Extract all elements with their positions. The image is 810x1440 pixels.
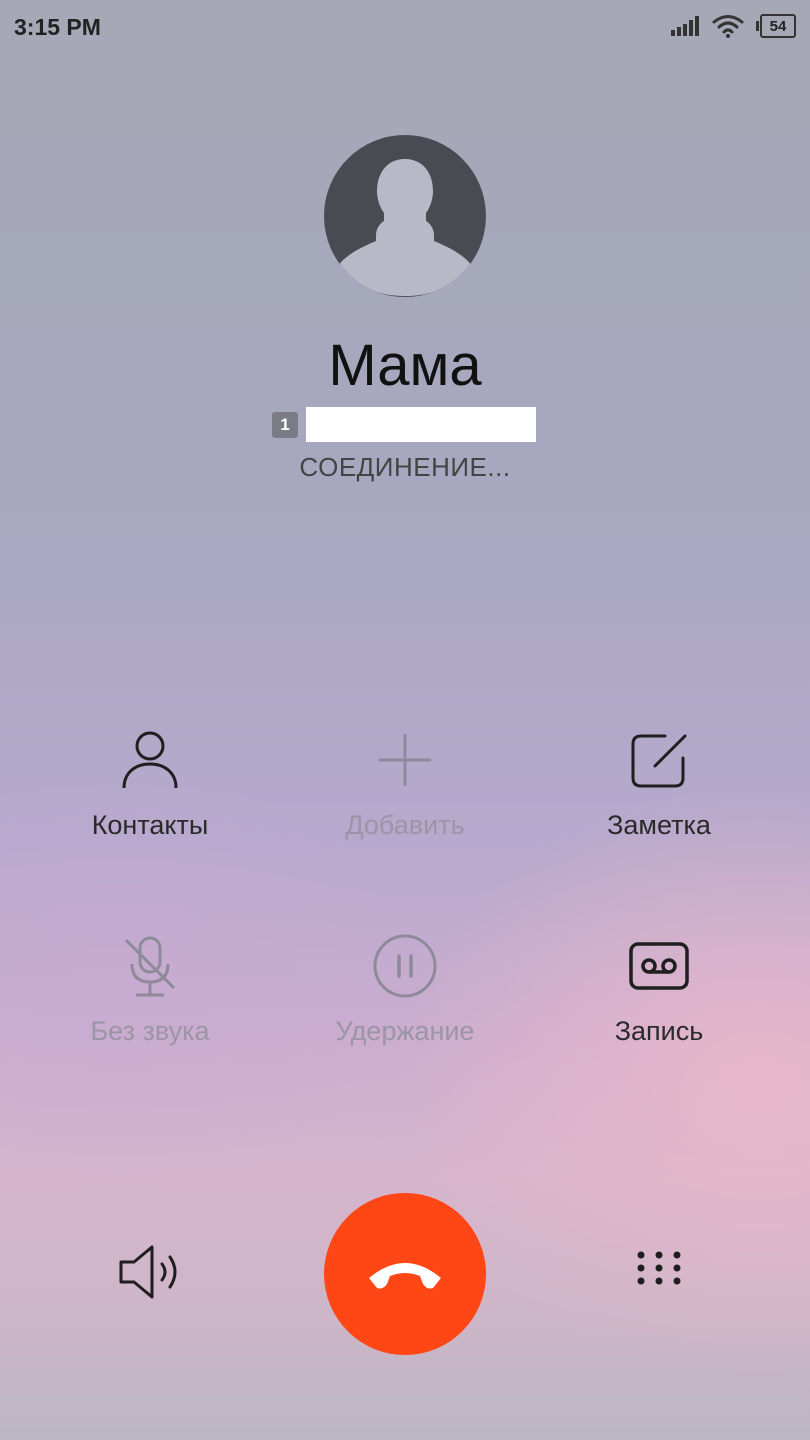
hold-button[interactable]: Удержание <box>285 934 525 1047</box>
status-icons: 54 <box>670 14 796 38</box>
mic-off-icon <box>124 936 176 997</box>
add-call-button[interactable]: Добавить <box>285 728 525 841</box>
plus-icon <box>379 734 431 786</box>
contact-avatar <box>324 135 486 297</box>
status-time: 3:15 PM <box>14 14 101 40</box>
speaker-icon <box>119 1245 177 1299</box>
speaker-button[interactable] <box>116 1242 186 1307</box>
contact-name: Мама <box>328 333 482 398</box>
mute-button[interactable]: Без звука <box>30 934 270 1047</box>
wifi-icon <box>712 15 744 38</box>
phone-number-row: 1 <box>272 407 536 442</box>
mute-label: Без звука <box>90 1016 210 1046</box>
signal-icon <box>671 16 699 36</box>
person-silhouette-icon <box>335 159 475 297</box>
contacts-button[interactable]: Контакты <box>30 728 270 841</box>
sim-badge: 1 <box>272 411 298 438</box>
keypad-icon <box>637 1251 681 1285</box>
keypad-button[interactable] <box>636 1250 682 1301</box>
note-edit-icon <box>631 734 687 788</box>
hold-label: Удержание <box>335 1016 475 1046</box>
battery-level: 54 <box>769 17 787 35</box>
note-button[interactable]: Заметка <box>539 728 779 841</box>
battery-icon: 54 <box>756 14 796 38</box>
end-call-icon <box>369 1263 441 1289</box>
record-button[interactable]: Запись <box>539 934 779 1047</box>
record-icon <box>629 942 689 990</box>
call-status: СОЕДИНЕНИЕ... <box>299 452 511 482</box>
record-label: Запись <box>614 1016 704 1046</box>
note-label: Заметка <box>607 810 711 840</box>
status-bar: 3:15 PM 54 <box>0 0 810 56</box>
add-call-label: Добавить <box>345 810 465 840</box>
phone-number-redacted <box>306 407 536 442</box>
pause-icon <box>373 934 437 998</box>
end-call-button[interactable] <box>324 1193 486 1355</box>
person-icon <box>122 731 178 789</box>
contacts-label: Контакты <box>91 810 209 840</box>
